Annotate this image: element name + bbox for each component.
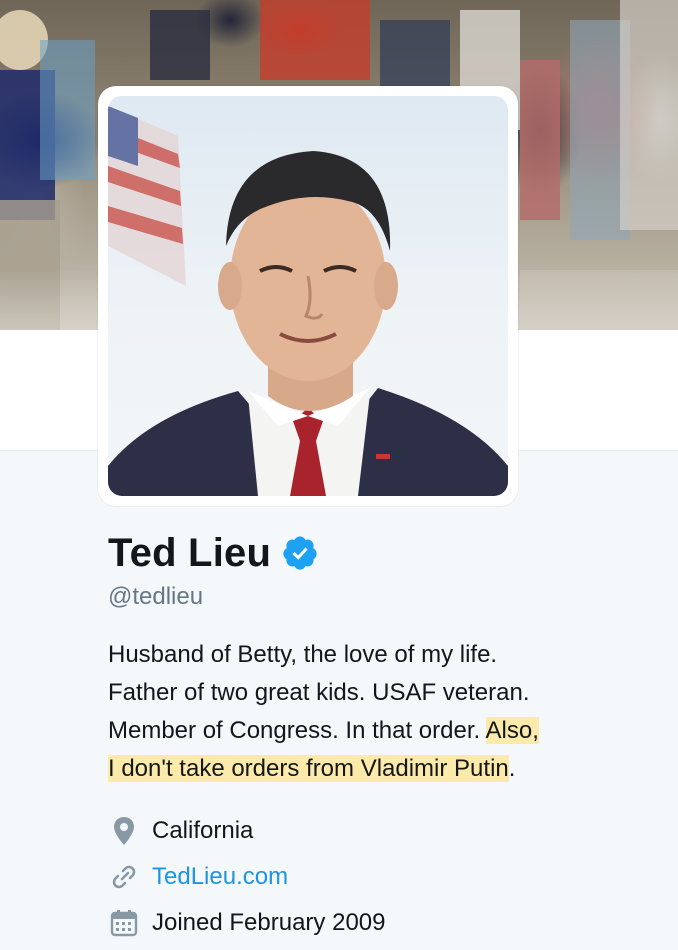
profile-avatar[interactable]	[108, 96, 508, 496]
joined-text: Joined February 2009	[152, 909, 386, 936]
location-text: California	[152, 817, 254, 844]
bio-tail: .	[508, 755, 516, 782]
profile-name[interactable]: Ted Lieu	[108, 526, 271, 580]
link-icon	[108, 861, 140, 893]
profile-info: Ted Lieu @tedlieu Husband of Betty, the …	[108, 526, 648, 946]
bio-line-4: I don't take orders from Vladimir Putin.	[108, 750, 648, 788]
bio-line-2: Father of two great kids. USAF veteran.	[108, 679, 530, 706]
bio-highlight-2: I don't take orders from Vladimir Putin	[108, 755, 509, 782]
map-pin-icon	[108, 815, 140, 847]
joined-row: Joined February 2009	[108, 900, 648, 946]
website-link[interactable]: TedLieu.com	[152, 863, 288, 891]
calendar-icon	[108, 907, 140, 939]
profile-avatar-frame[interactable]	[98, 86, 518, 506]
profile-bio: Husband of Betty, the love of my life. F…	[108, 636, 648, 788]
bio-highlight-1: Also,	[485, 717, 539, 744]
profile-meta: California TedLieu.com Joined February 2…	[108, 808, 648, 946]
profile-handle[interactable]: @tedlieu	[108, 582, 648, 612]
bio-line-3: Member of Congress. In that order. Also,	[108, 712, 648, 750]
location-row: California	[108, 808, 648, 854]
name-row: Ted Lieu	[108, 526, 648, 580]
bio-line-1: Husband of Betty, the love of my life.	[108, 641, 498, 668]
verified-badge-icon[interactable]	[281, 534, 319, 572]
website-row: TedLieu.com	[108, 854, 648, 900]
bio-line-3-text: Member of Congress. In that order.	[108, 717, 486, 744]
